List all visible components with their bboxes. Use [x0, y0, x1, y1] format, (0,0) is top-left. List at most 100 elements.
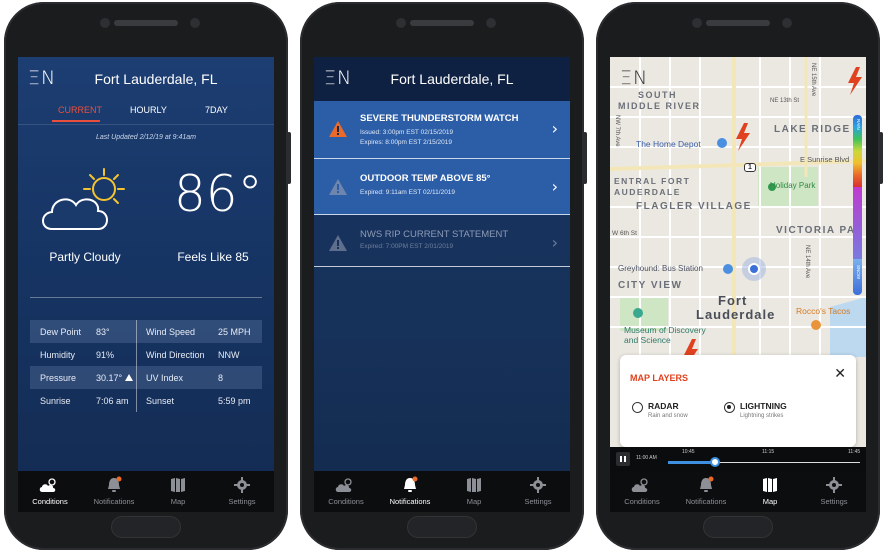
timeline-t3: 11:45	[848, 449, 861, 455]
chevron-right-icon: ›	[551, 233, 558, 252]
radar-option[interactable]: RADAR Rain and snow	[632, 401, 688, 419]
nav-label: Conditions	[328, 497, 364, 506]
sensor	[190, 18, 200, 28]
pause-button[interactable]	[616, 452, 630, 466]
radar-radio[interactable]	[632, 402, 643, 413]
uv-index-label: UV Index	[146, 372, 184, 383]
gear-icon	[530, 477, 546, 493]
nav-notifications[interactable]: Notifications	[674, 471, 738, 512]
alert-item[interactable]: SEVERE THUNDERSTORM WATCH Issued: 3:00pm…	[314, 101, 570, 159]
sensor	[782, 18, 792, 28]
map-label-victoria: VICTORIA PA	[776, 225, 856, 236]
dew-point-label: Dew Point	[40, 326, 82, 337]
app-header: ΞN Fort Lauderdale, FL	[314, 57, 570, 101]
home-button	[703, 516, 773, 538]
tab-7day[interactable]: 7DAY	[205, 105, 228, 115]
nav-notifications[interactable]: Notifications	[378, 471, 442, 512]
map-label-lauderdale: Lauderdale	[696, 307, 776, 322]
pressure-value: 30.17°	[96, 372, 123, 383]
notifications-screen: ΞN Fort Lauderdale, FL SEVERE THUNDERSTO…	[314, 57, 570, 512]
timeline-progress	[668, 461, 716, 464]
alert-title: SEVERE THUNDERSTORM WATCH	[360, 113, 519, 124]
radar-sublabel: Rain and snow	[648, 413, 688, 419]
nav-label: Map	[762, 497, 778, 506]
alert-title: OUTDOOR TEMP ABOVE 85°	[360, 173, 491, 184]
sunset-label: Sunset	[146, 395, 175, 406]
details-row: Humidity 91% Wind Direction NNW	[30, 343, 262, 366]
speaker	[410, 20, 474, 26]
pause-icon-bar	[624, 456, 626, 462]
speaker	[706, 20, 770, 26]
close-icon[interactable]: ✕	[834, 365, 846, 382]
city-name[interactable]: Fort Lauderdale, FL	[18, 71, 274, 87]
nav-settings[interactable]: Settings	[506, 471, 570, 512]
sensor	[486, 18, 496, 28]
alert-title: NWS RIP CURRENT STATEMENT	[360, 229, 509, 240]
nav-label: Notifications	[389, 497, 431, 506]
nav-conditions[interactable]: Conditions	[314, 471, 378, 512]
wind-speed-value: 25 MPH	[218, 326, 251, 337]
gear-icon	[234, 477, 250, 493]
tab-hourly[interactable]: HOURLY	[130, 105, 167, 115]
lightning-label: LIGHTNING	[740, 401, 787, 411]
alert-item[interactable]: NWS RIP CURRENT STATEMENT Expired: 7:00P…	[314, 215, 570, 267]
tab-current[interactable]: CURRENT	[58, 105, 102, 115]
timeline-handle[interactable]	[710, 457, 720, 467]
map-label-lake-ridge: LAKE RIDGE	[774, 124, 851, 135]
warning-icon	[329, 179, 347, 195]
nav-label: Settings	[524, 497, 552, 506]
feels-like: Feels Like 85	[177, 250, 249, 264]
nav-notifications[interactable]: Notifications	[82, 471, 146, 512]
app-header: ΞN Fort Lauderdale, FL	[18, 57, 274, 101]
sunrise-value: 7:06 am	[96, 395, 129, 406]
humidity-value: 91%	[96, 349, 115, 360]
chevron-right-icon: ›	[551, 119, 558, 138]
side-button	[287, 132, 291, 184]
last-updated: Last Updated 2/12/19 at 9:41am	[95, 134, 197, 141]
map-label-south: SOUTH	[638, 90, 677, 100]
nav-label: Notifications	[685, 497, 727, 506]
bell-icon	[700, 476, 714, 492]
speaker	[114, 20, 178, 26]
bottom-nav: Conditions Notifications Map Settings	[610, 471, 866, 512]
warning-icon	[329, 235, 347, 251]
lightning-option[interactable]: LIGHTNING Lightning strikes	[724, 401, 787, 419]
nav-settings[interactable]: Settings	[802, 471, 866, 512]
timeline-start: 11:00 AM	[636, 455, 657, 461]
nav-map[interactable]: Map	[146, 471, 210, 512]
uv-index-value: 8	[218, 372, 224, 383]
section-divider	[30, 297, 262, 298]
nav-settings[interactable]: Settings	[210, 471, 274, 512]
legend-label-snow: SNOW	[856, 265, 861, 279]
lightning-radio[interactable]	[724, 402, 735, 413]
wind-direction-label: Wind Direction	[146, 349, 205, 360]
nav-map[interactable]: Map	[442, 471, 506, 512]
forecast-tabs: CURRENT HOURLY 7DAY	[18, 101, 274, 125]
map-label-and-science: and Science	[624, 335, 671, 345]
details-grid: Dew Point 83° Wind Speed 25 MPH Humidity 91…	[30, 320, 262, 412]
map-label-greyhound: Greyhound: Bus Station	[618, 264, 703, 273]
nav-conditions[interactable]: Conditions	[18, 471, 82, 512]
nav-conditions[interactable]: Conditions	[610, 471, 674, 512]
map-label-sunrise-blvd: E Sunrise Blvd	[800, 155, 850, 164]
map-label-holiday-park: Holiday Park	[770, 181, 816, 190]
alert-item[interactable]: OUTDOOR TEMP ABOVE 85° Expired: 9:11am E…	[314, 159, 570, 215]
map-label-home-depot: The Home Depot	[636, 139, 701, 149]
camera	[396, 18, 406, 28]
home-button	[407, 516, 477, 538]
partly-cloudy-icon	[42, 168, 125, 230]
phone-map: ΞN SOUTH MIDDLE RIVER LAKE RIDGE The Hom…	[596, 2, 883, 550]
humidity-label: Humidity	[40, 349, 76, 360]
map-label-ne14: NE 14th Ave	[804, 245, 810, 279]
pressure-rising-icon	[125, 373, 134, 381]
map-label-flagler: FLAGLER VILLAGE	[636, 201, 752, 212]
nav-map[interactable]: Map	[738, 471, 802, 512]
city-name[interactable]: Fort Lauderdale, FL	[314, 71, 570, 87]
app-logo[interactable]: ΞN	[620, 67, 648, 89]
sunset-value: 5:59 pm	[218, 395, 251, 406]
bottom-nav: Conditions Notifications Map Settings	[314, 471, 570, 512]
alert-issued: Issued: 3:00pm EST 02/15/2019	[360, 129, 454, 136]
gear-icon	[826, 477, 842, 493]
nav-label: Notifications	[93, 497, 135, 506]
sunrise-label: Sunrise	[40, 395, 71, 406]
